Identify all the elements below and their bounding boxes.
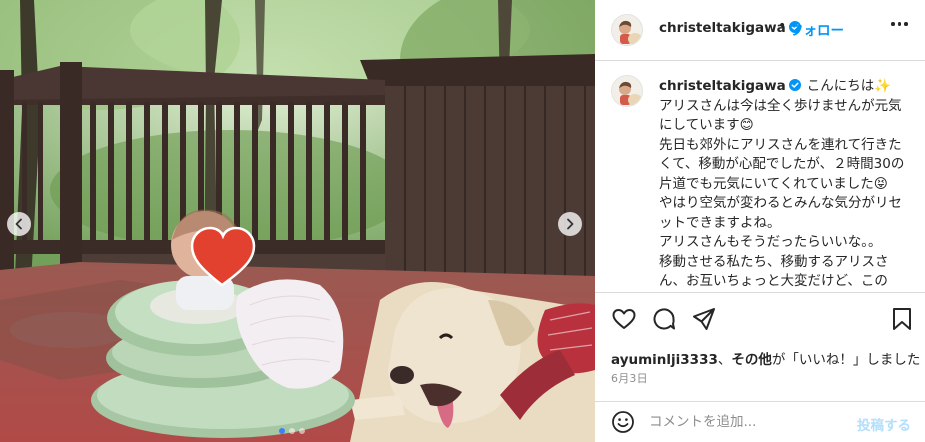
bookmark-icon <box>893 308 911 330</box>
caption-text: christeltakigawa こんにちは✨ アリスさんは今は全く歩けませんが元… <box>659 77 915 291</box>
comment-icon <box>653 308 675 330</box>
chevron-left-icon <box>15 218 22 230</box>
carousel-indicator <box>279 428 305 434</box>
carousel-dot <box>299 428 305 434</box>
carousel-next-button[interactable] <box>558 212 582 236</box>
comment-button[interactable] <box>651 306 677 332</box>
likes-others-link[interactable]: その他 <box>731 352 772 368</box>
action-bar <box>595 300 925 340</box>
comment-bar: 投稿する <box>595 402 925 442</box>
paper-plane-icon <box>693 308 715 330</box>
emoji-button[interactable] <box>611 410 635 434</box>
post-media[interactable] <box>0 0 595 442</box>
avatar-image <box>612 76 642 106</box>
share-button[interactable] <box>691 306 717 332</box>
more-options-icon[interactable] <box>891 22 908 26</box>
liker-username[interactable]: ayuminlji3333 <box>611 352 718 368</box>
heart-outline-icon <box>612 309 636 329</box>
caption-line: アリスさんは今は全く歩けませんが元気にしています😊 <box>659 97 902 134</box>
likes-suffix: が「いいね！」しました <box>771 352 921 368</box>
more-dot <box>897 22 901 26</box>
caption-username-text[interactable]: christeltakigawa <box>659 78 786 94</box>
comment-input[interactable] <box>649 410 839 434</box>
post-header: christeltakigawa • フォロー <box>595 0 925 60</box>
post-comment-button[interactable]: 投稿する <box>857 414 911 434</box>
caption-username[interactable]: christeltakigawa <box>659 78 801 94</box>
save-button[interactable] <box>889 306 915 332</box>
caption-line: やはり空気が変わるとみんな気分がリセットできますよね。 <box>659 195 902 231</box>
emoji-smile-icon <box>612 411 634 433</box>
caption-line: christeltakigawa こんにちは✨ <box>659 77 915 97</box>
follow-button[interactable]: フォロー <box>790 19 844 39</box>
carousel-dot <box>279 428 285 434</box>
chevron-right-icon <box>567 218 574 230</box>
post-sidebar: christeltakigawa • フォロー christeltakigawa… <box>595 0 925 442</box>
caption-avatar[interactable] <box>611 75 643 107</box>
caption-line: 移動させる私たち、移動するアリスさん、お互いちょっと大変だけど、この <box>659 253 889 290</box>
post-photo <box>0 0 595 442</box>
carousel-prev-button[interactable] <box>7 212 31 236</box>
more-dot <box>904 22 908 26</box>
more-dot <box>891 22 895 26</box>
carousel-dot <box>289 428 295 434</box>
likes-summary: ayuminlji3333、その他が「いいね！」しました <box>611 348 920 368</box>
caption-line: アリスさんもそうだったらいいな。。 <box>659 234 882 250</box>
verified-badge-icon <box>788 79 801 91</box>
caption-line-text: こんにちは✨ <box>806 78 892 94</box>
header-username-text[interactable]: christeltakigawa <box>659 20 786 36</box>
header-separator: • <box>778 18 787 34</box>
avatar[interactable] <box>611 14 643 46</box>
caption-divider <box>595 292 925 293</box>
likes-separator: 、 <box>717 352 732 368</box>
post-date[interactable]: 6月3日 <box>611 370 648 386</box>
like-button[interactable] <box>611 306 637 332</box>
caption-section: christeltakigawa こんにちは✨ アリスさんは今は全く歩けませんが元… <box>595 61 925 291</box>
caption-line: 先日も郊外にアリスさんを連れて行きたくて、移動が心配でしたが、２時間30の片道で… <box>659 136 905 192</box>
avatar-image <box>612 15 642 45</box>
